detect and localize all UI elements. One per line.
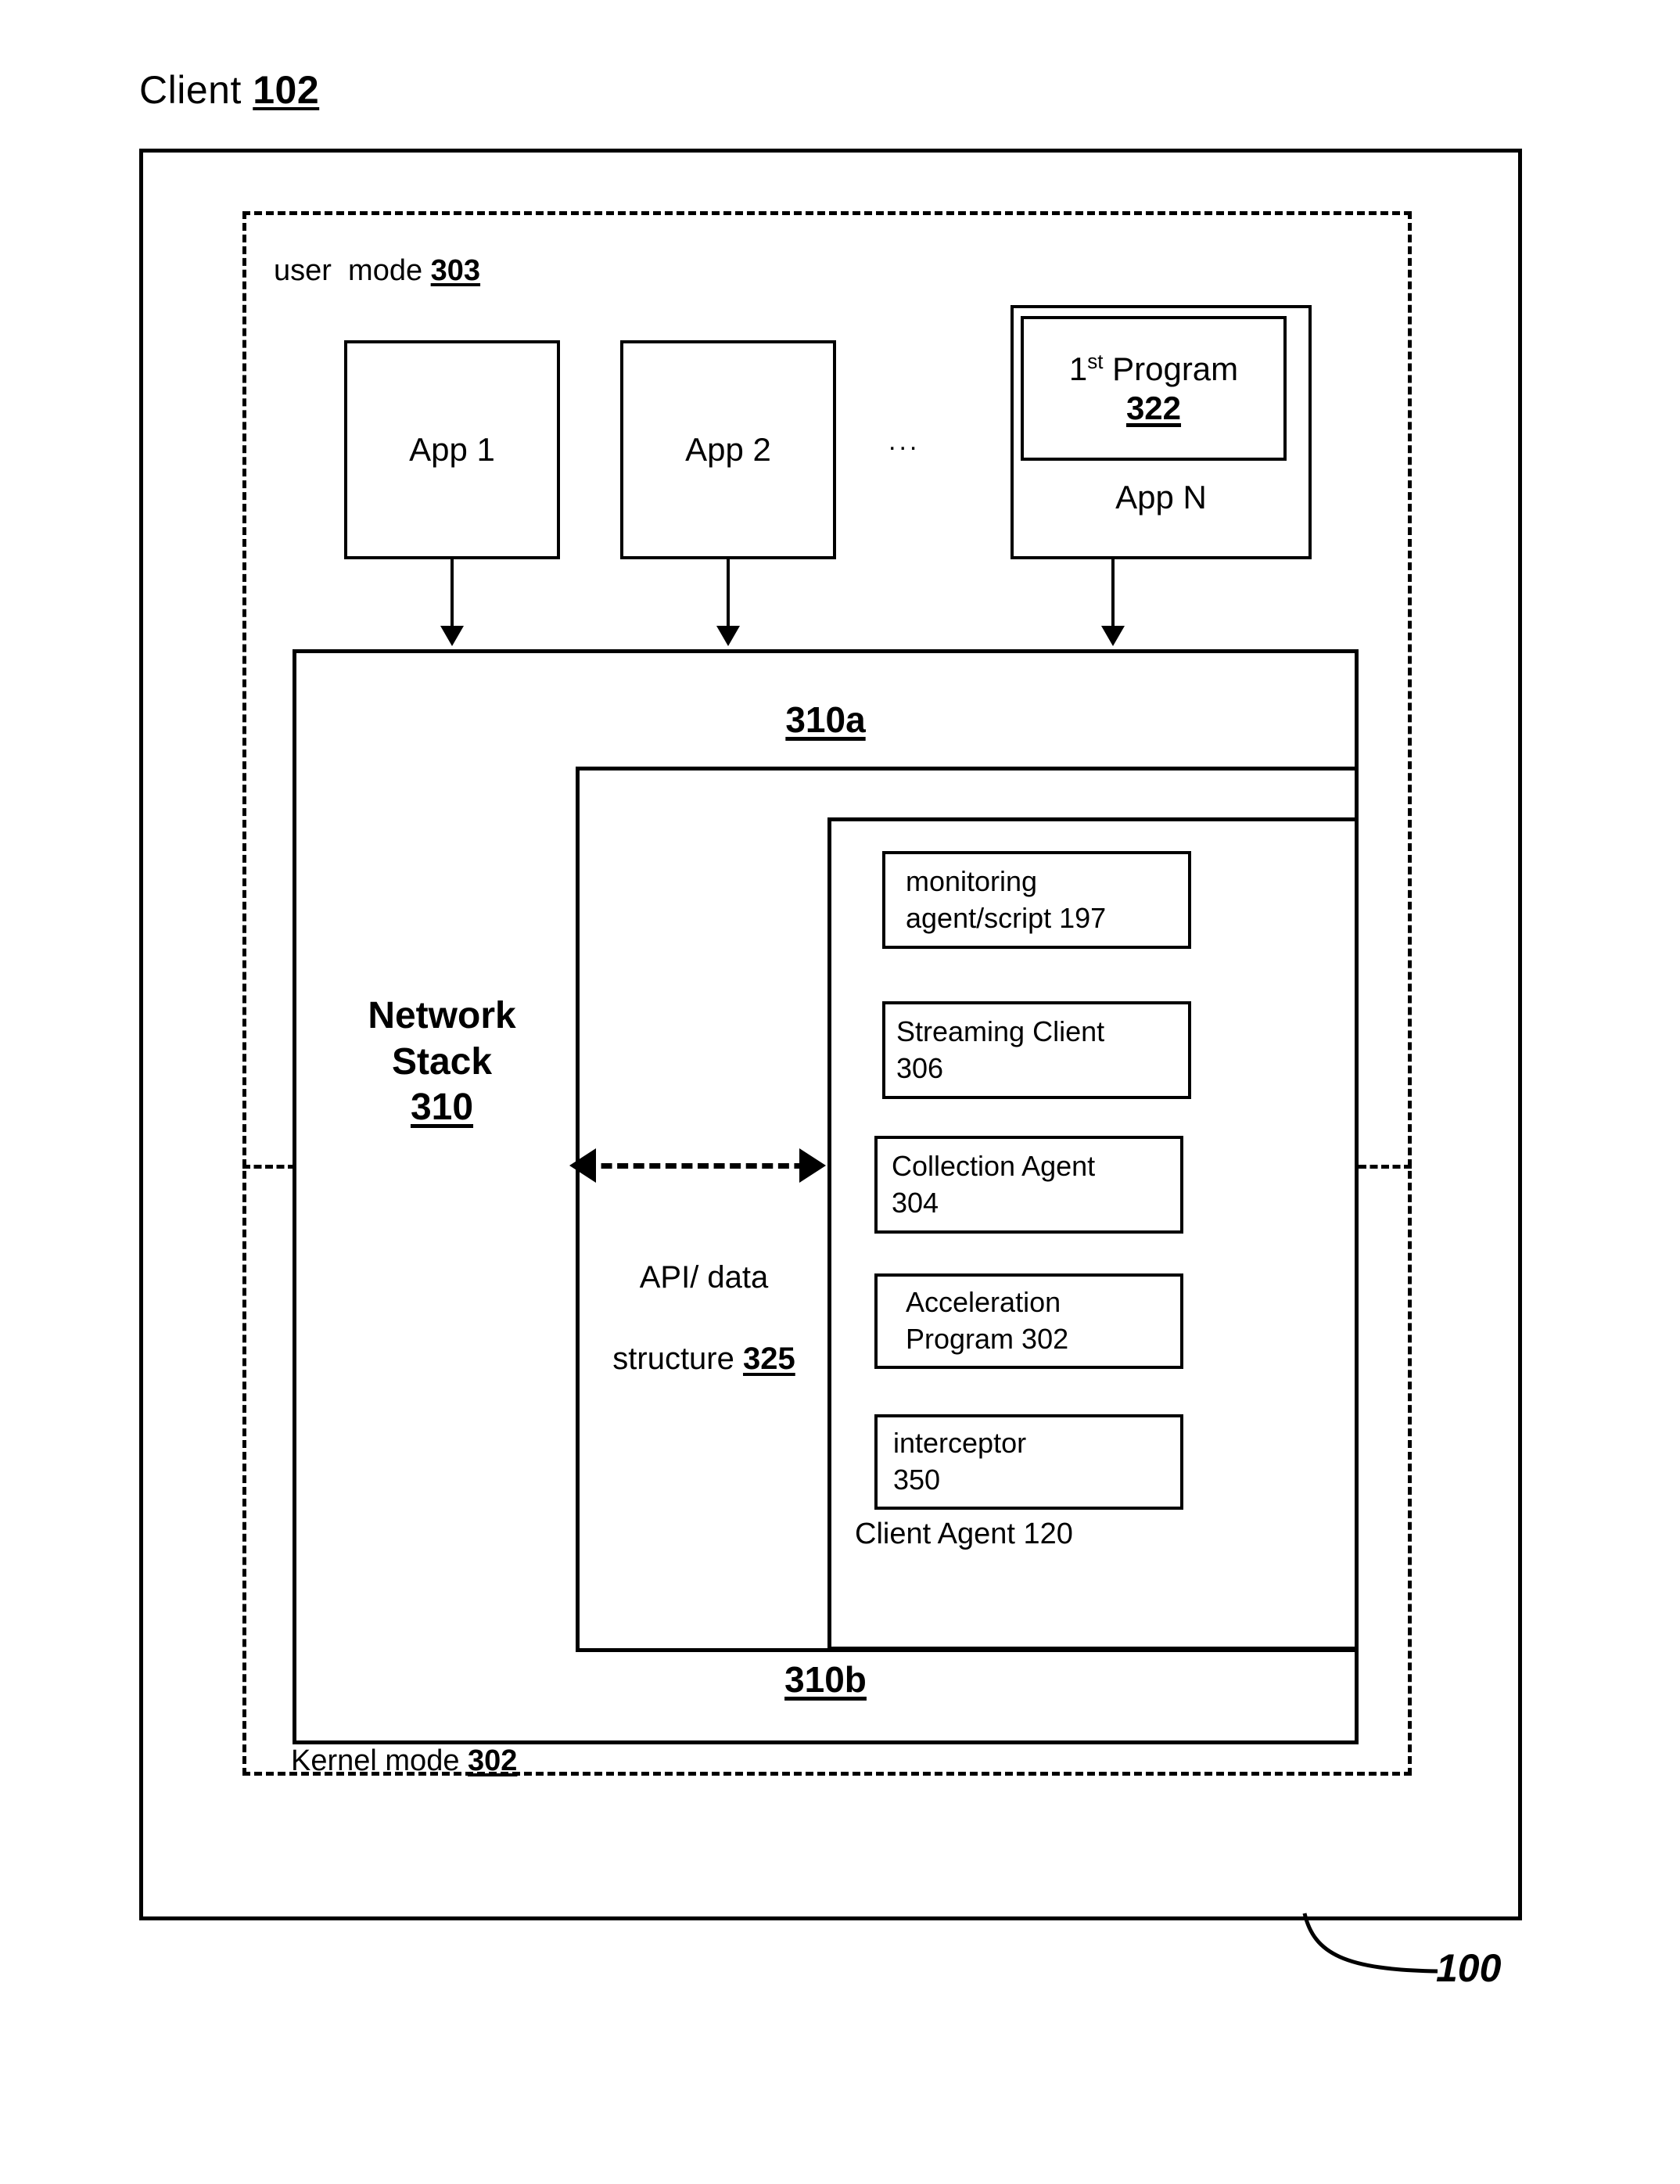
acceleration-program-line1: Acceleration xyxy=(906,1286,1061,1319)
first-program-ordinal: 1 xyxy=(1068,350,1088,387)
monitoring-agent-script-line2: agent/script 197 xyxy=(906,901,1107,934)
page-title: Client 102 xyxy=(139,67,319,113)
api-data-structure-arrow-head-left xyxy=(569,1148,596,1183)
api-data-structure-refnum: 325 xyxy=(742,1342,795,1376)
network-stack-310a-text: 310a xyxy=(785,699,866,740)
api-data-structure-arrow-line xyxy=(585,1163,821,1169)
app-n-label: App N xyxy=(1115,479,1207,515)
user-mode-label: user mode 303 xyxy=(274,254,480,288)
figure-reference-number: 100 xyxy=(1436,1946,1502,1990)
network-stack-label: Network Stack 310 xyxy=(313,993,571,1131)
app-2-label: App 2 xyxy=(685,431,771,468)
app-2-box: App 2 xyxy=(620,340,836,559)
collection-agent-line1: Collection Agent xyxy=(892,1149,1096,1182)
app-ellipsis: ... xyxy=(888,426,921,456)
streaming-client-line1: Streaming Client xyxy=(896,1015,1105,1047)
api-data-structure-label: API/ data structure 325 xyxy=(579,1216,829,1420)
acceleration-program-box: Acceleration Program 302 xyxy=(874,1273,1183,1369)
collection-agent-box: Collection Agent 304 xyxy=(874,1136,1183,1234)
network-stack-refnum: 310 xyxy=(410,1087,474,1129)
mode-boundary-tick-right xyxy=(1359,1165,1412,1169)
page-title-refnum: 102 xyxy=(253,68,320,112)
arrow-app1-to-stack-head xyxy=(440,626,464,646)
kernel-mode-label: Kernel mode 302 xyxy=(291,1744,517,1778)
arrow-appn-to-stack xyxy=(1111,559,1115,630)
arrow-appn-to-stack-head xyxy=(1101,626,1125,646)
api-data-structure-arrow-head-right xyxy=(799,1148,826,1183)
mode-boundary-tick-left xyxy=(242,1165,296,1169)
first-program-box: 1st Program 322 xyxy=(1021,316,1287,461)
first-program-word: Program xyxy=(1103,350,1239,387)
user-mode-label-text: user mode xyxy=(274,254,431,287)
acceleration-program-line2: Program 302 xyxy=(906,1323,1069,1355)
api-data-structure-line1: API/ data xyxy=(639,1260,769,1295)
network-stack-name-line2: Stack xyxy=(391,1040,493,1083)
network-stack-lower-band-label: 310b xyxy=(293,1658,1359,1701)
network-stack-upper-band-label: 310a xyxy=(293,699,1359,741)
first-program-ordinal-suffix: st xyxy=(1087,349,1104,373)
interceptor-box: interceptor 350 xyxy=(874,1414,1183,1510)
collection-agent-line2: 304 xyxy=(892,1186,939,1219)
arrow-app2-to-stack-head xyxy=(716,626,740,646)
user-mode-refnum: 303 xyxy=(430,254,481,287)
monitoring-agent-script-box: monitoring agent/script 197 xyxy=(882,851,1191,949)
streaming-client-box: Streaming Client 306 xyxy=(882,1001,1191,1099)
api-data-structure-line2-wrap: structure 325 xyxy=(579,1338,829,1379)
interceptor-line1: interceptor xyxy=(893,1427,1027,1460)
page-title-text: Client xyxy=(139,68,242,112)
first-program-title: 1st Program xyxy=(1069,350,1238,389)
interceptor-line2: 350 xyxy=(893,1464,941,1496)
kernel-mode-label-text: Kernel mode xyxy=(291,1744,468,1777)
network-stack-310b-text: 310b xyxy=(784,1659,867,1700)
client-agent-label: Client Agent 120 xyxy=(855,1518,1073,1550)
api-data-structure-line2: structure xyxy=(612,1342,743,1376)
kernel-mode-refnum: 302 xyxy=(468,1744,518,1777)
monitoring-agent-script-line1: monitoring xyxy=(906,864,1038,897)
network-stack-name-line1: Network xyxy=(368,995,516,1036)
app-1-box: App 1 xyxy=(344,340,560,559)
first-program-refnum: 322 xyxy=(1125,389,1182,426)
arrow-app1-to-stack xyxy=(451,559,454,630)
figure-canvas: Client 102 user mode 303 Kernel mode 302… xyxy=(0,0,1680,2184)
arrow-app2-to-stack xyxy=(727,559,730,630)
app-1-label: App 1 xyxy=(409,431,495,468)
streaming-client-line2: 306 xyxy=(896,1051,944,1084)
